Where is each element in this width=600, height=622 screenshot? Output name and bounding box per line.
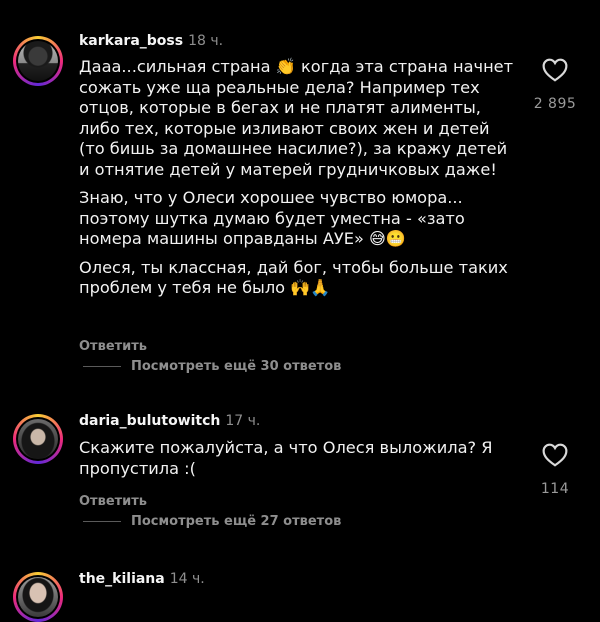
comment-header: the_kiliana 14 ч.: [79, 570, 205, 588]
username[interactable]: the_kiliana: [79, 571, 165, 587]
heart-outline-icon[interactable]: [542, 58, 568, 86]
avatar-ring-gap: [16, 39, 60, 83]
view-replies-label: Посмотреть ещё 30 ответов: [131, 359, 342, 374]
like-control: 2 895: [520, 58, 590, 112]
like-count: 114: [540, 481, 570, 497]
comment-paragraph: Олеся, ты классная, дай бог, чтобы больш…: [79, 257, 508, 298]
avatar-photo: [18, 577, 58, 617]
view-replies-button[interactable]: Посмотреть ещё 27 ответов: [83, 514, 341, 529]
timestamp: 17 ч.: [225, 413, 261, 429]
avatar-ring-gap: [16, 417, 60, 461]
timestamp: 18 ч.: [188, 33, 224, 49]
avatar-photo: [18, 419, 58, 459]
comment-header: daria_bulutowitch 17 ч.: [79, 412, 260, 430]
avatar[interactable]: [13, 36, 63, 86]
like-count: 2 895: [533, 96, 577, 112]
replies-divider-line: [83, 521, 121, 522]
view-replies-button[interactable]: Посмотреть ещё 30 ответов: [83, 359, 341, 374]
avatar[interactable]: [13, 414, 63, 464]
avatar-photo: [18, 41, 58, 81]
reply-button[interactable]: Ответить: [79, 494, 147, 509]
comment-paragraph: Знаю, что у Олеси хорошее чувство юмора.…: [79, 188, 465, 248]
comment-paragraph: Дааа...сильная страна 👏 когда эта страна…: [79, 57, 514, 179]
comment-header: karkara_boss 18 ч.: [79, 32, 223, 50]
username[interactable]: daria_bulutowitch: [79, 413, 220, 429]
replies-divider-line: [83, 366, 121, 367]
comment-paragraph: Скажите пожалуйста, а что Олеся выложила…: [79, 438, 493, 478]
comment-text: Дааа...сильная страна 👏 когда эта страна…: [79, 57, 519, 299]
comment-text: Скажите пожалуйста, а что Олеся выложила…: [79, 438, 519, 479]
view-replies-label: Посмотреть ещё 27 ответов: [131, 514, 342, 529]
avatar[interactable]: [13, 572, 63, 622]
timestamp: 14 ч.: [169, 571, 205, 587]
reply-button[interactable]: Ответить: [79, 339, 147, 354]
heart-outline-icon[interactable]: [542, 443, 568, 471]
avatar-ring-gap: [16, 575, 60, 619]
like-control: 114: [520, 443, 590, 497]
username[interactable]: karkara_boss: [79, 33, 183, 49]
